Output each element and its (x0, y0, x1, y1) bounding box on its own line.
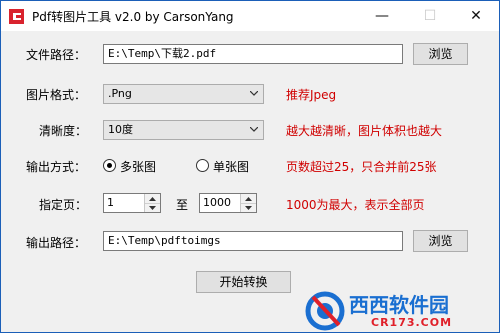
clarity-select[interactable]: 10度 (103, 120, 264, 140)
chevron-down-icon (250, 127, 258, 132)
to-label: 至 (176, 198, 189, 212)
file-path-input[interactable]: E:\Temp\下载2.pdf (103, 44, 403, 64)
image-format-label: 图片格式： (26, 88, 87, 102)
clarity-value: 10度 (108, 123, 133, 136)
page-from-value: 1 (107, 196, 114, 209)
minimize-button[interactable]: — (359, 1, 405, 31)
image-format-value: .Png (108, 87, 132, 100)
output-mode-label: 输出方式： (26, 160, 87, 174)
browse-output-button[interactable]: 浏览 (413, 230, 468, 252)
browse-file-button[interactable]: 浏览 (413, 43, 468, 65)
page-to-stepper[interactable]: 1000 (199, 193, 257, 213)
window-title: Pdf转图片工具 v2.0 by CarsonYang (32, 10, 234, 24)
radio-single-label[interactable]: 单张图 (213, 158, 249, 175)
pdf-app-icon (9, 9, 24, 24)
radio-multi-label[interactable]: 多张图 (120, 158, 156, 175)
page-from-stepper[interactable]: 1 (103, 193, 161, 213)
pages-label: 指定页： (39, 198, 88, 212)
page-to-value: 1000 (203, 196, 231, 209)
image-format-hint: 推荐Jpeg (286, 88, 337, 102)
chevron-down-icon (250, 91, 258, 96)
stepper-down-icon[interactable] (145, 203, 160, 212)
image-format-select[interactable]: .Png (103, 84, 264, 104)
stepper-buttons (144, 194, 160, 212)
start-convert-button[interactable]: 开始转换 (196, 271, 291, 293)
title-bar: Pdf转图片工具 v2.0 by CarsonYang — ☐ ✕ (1, 1, 499, 31)
watermark-brand: 西西软件园 (349, 293, 449, 317)
app-window: Pdf转图片工具 v2.0 by CarsonYang — ☐ ✕ 文件路径： … (0, 0, 500, 333)
output-path-input[interactable]: E:\Temp\pdftoimgs (103, 231, 403, 251)
stepper-down-icon[interactable] (241, 203, 256, 212)
file-path-label: 文件路径： (26, 48, 87, 62)
output-mode-hint: 页数超过25，只合并前25张 (286, 160, 437, 174)
pages-hint: 1000为最大，表示全部页 (286, 198, 425, 212)
output-path-label: 输出路径： (26, 236, 87, 250)
stepper-buttons (240, 194, 256, 212)
watermark-url: CR173.COM (371, 316, 453, 329)
close-button[interactable]: ✕ (453, 1, 499, 31)
radio-multi-image[interactable] (103, 159, 116, 172)
clarity-label: 清晰度： (39, 124, 88, 138)
maximize-button: ☐ (423, 8, 437, 24)
radio-single-image[interactable] (196, 159, 209, 172)
clarity-hint: 越大越清晰，图片体积也越大 (286, 124, 443, 138)
watermark-logo: 西西软件园 CR173.COM (301, 283, 499, 332)
